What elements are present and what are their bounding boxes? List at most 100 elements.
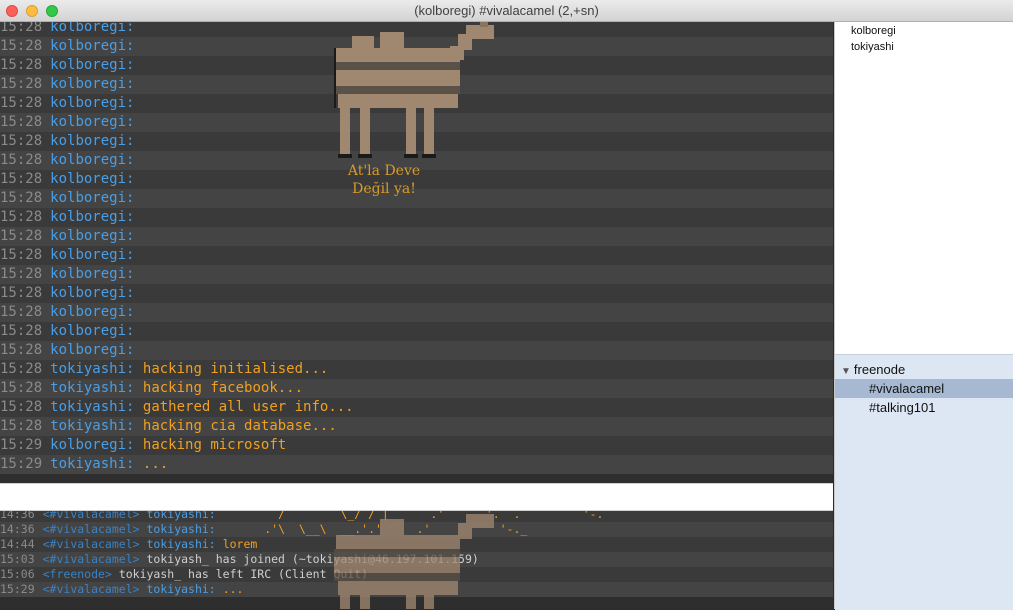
timestamp: 15:28: [0, 342, 43, 358]
channel-tag: <#vivalacamel>: [42, 511, 140, 521]
timestamp: 15:28: [0, 361, 43, 377]
nickname[interactable]: kolboregi:: [50, 190, 134, 206]
nickname[interactable]: kolboregi:: [50, 152, 134, 168]
nickname[interactable]: kolboregi:: [50, 76, 134, 92]
camel-caption: At'la Deve Değil ya!: [346, 162, 422, 198]
timestamp: 15:28: [0, 285, 43, 301]
timestamp: 15:28: [0, 304, 43, 320]
message-text: hacking initialised...: [142, 361, 329, 377]
nickname[interactable]: tokiyashi:: [50, 418, 134, 434]
nickname[interactable]: kolboregi:: [50, 95, 134, 111]
timestamp: 15:28: [0, 323, 43, 339]
user-list-item[interactable]: tokiyashi: [835, 39, 1013, 55]
message-text: lorem: [222, 537, 258, 551]
nickname[interactable]: kolboregi:: [50, 323, 134, 339]
nickname[interactable]: tokiyashi:: [50, 361, 134, 377]
network-label: freenode: [853, 362, 906, 377]
channel-item[interactable]: #talking101: [835, 398, 1013, 417]
message-input-bar: [0, 483, 833, 511]
chat-line: 15:29 tokiyashi: ...: [0, 455, 833, 474]
timestamp: 15:28: [0, 209, 43, 225]
nickname[interactable]: kolboregi:: [50, 171, 134, 187]
camel-caption-line-2: Değil ya!: [352, 181, 416, 197]
camel-caption-line-1: At'la Deve: [347, 163, 421, 179]
nickname[interactable]: tokiyashi:: [147, 537, 216, 551]
nickname[interactable]: kolboregi:: [50, 22, 134, 35]
timestamp: 15:06: [0, 567, 35, 581]
channel-tag: <#vivalacamel>: [42, 582, 140, 596]
channel-tag: <#vivalacamel>: [42, 552, 140, 566]
nickname[interactable]: kolboregi:: [50, 304, 134, 320]
user-list-item[interactable]: kolboregi: [835, 23, 1013, 39]
timestamp: 15:28: [0, 95, 43, 111]
timestamp: 15:28: [0, 152, 43, 168]
user-list: kolboregi tokiyashi: [835, 22, 1013, 354]
timestamp: 15:28: [0, 247, 43, 263]
nickname[interactable]: kolboregi:: [50, 57, 134, 73]
timestamp: 15:28: [0, 266, 43, 282]
timestamp: 15:28: [0, 76, 43, 92]
nickname[interactable]: kolboregi:: [50, 228, 134, 244]
chat-line: 15:28 tokiyashi: hacking facebook...: [0, 379, 833, 398]
timestamp: 15:29: [0, 456, 43, 472]
timestamp: 15:28: [0, 114, 43, 130]
nickname[interactable]: kolboregi:: [50, 266, 134, 282]
message-text: gathered all user info...: [142, 399, 354, 415]
nickname[interactable]: tokiyashi:: [50, 380, 134, 396]
timestamp: 15:28: [0, 228, 43, 244]
timestamp: 14:36: [0, 522, 35, 536]
timestamp: 15:28: [0, 57, 43, 73]
timestamp: 15:28: [0, 380, 43, 396]
message-text: ...: [142, 456, 169, 472]
timestamp: 15:29: [0, 582, 35, 596]
message-text: ...: [222, 582, 244, 596]
timestamp: 15:28: [0, 22, 43, 35]
server-log-view[interactable]: 14:36 <#vivalacamel> tokiyashi: / \_/ / |…: [0, 511, 833, 609]
nickname[interactable]: tokiyashi:: [147, 522, 216, 536]
chat-line: 15:28 kolboregi:: [0, 208, 833, 227]
chat-line: 15:28 kolboregi:: [0, 341, 833, 360]
nickname[interactable]: kolboregi:: [50, 114, 134, 130]
title-bar: (kolboregi) #vivalacamel (2,+sn): [0, 0, 1013, 22]
window-title: (kolboregi) #vivalacamel (2,+sn): [414, 3, 599, 18]
timestamp: 15:03: [0, 552, 35, 566]
chat-line: 15:28 tokiyashi: hacking cia database...: [0, 417, 833, 436]
chat-line: 15:28 kolboregi:: [0, 265, 833, 284]
nickname[interactable]: tokiyashi:: [147, 582, 216, 596]
sidebar: kolboregi tokiyashi ▼ freenode #vivalacame…: [834, 22, 1013, 610]
server-list: ▼ freenode #vivalacamel #talking101: [835, 354, 1013, 610]
disclosure-triangle-icon[interactable]: ▼: [841, 366, 851, 377]
timestamp: 15:28: [0, 399, 43, 415]
nickname[interactable]: kolboregi:: [50, 38, 134, 54]
timestamp: 15:28: [0, 190, 43, 206]
message-input[interactable]: [2, 484, 826, 510]
timestamp: 15:29: [0, 437, 43, 453]
nickname[interactable]: tokiyashi:: [147, 511, 216, 521]
chat-line: 15:28 kolboregi:: [0, 246, 833, 265]
chat-line: 15:28 kolboregi:: [0, 322, 833, 341]
nickname[interactable]: kolboregi:: [50, 437, 134, 453]
camel-art-icon: [334, 22, 494, 158]
nickname[interactable]: tokiyashi:: [50, 399, 134, 415]
nickname[interactable]: kolboregi:: [50, 247, 134, 263]
timestamp: 15:28: [0, 133, 43, 149]
chat-line: 15:28 tokiyashi: gathered all user info..…: [0, 398, 833, 417]
chat-line: 15:28 kolboregi:: [0, 227, 833, 246]
chat-line: 15:28 kolboregi:: [0, 284, 833, 303]
message-text: hacking cia database...: [142, 418, 337, 434]
nickname[interactable]: tokiyashi:: [50, 456, 134, 472]
nickname[interactable]: kolboregi:: [50, 209, 134, 225]
chat-view[interactable]: 15:28 kolboregi: 15:28 kolboregi: 15:28 kol…: [0, 22, 833, 483]
chat-line: 15:28 kolboregi:: [0, 303, 833, 322]
timestamp: 15:28: [0, 418, 43, 434]
channel-tag: <#vivalacamel>: [42, 537, 140, 551]
chat-line: 15:28 tokiyashi: hacking initialised...: [0, 360, 833, 379]
camel-art-icon: [334, 514, 494, 609]
network-item-freenode[interactable]: ▼ freenode: [835, 360, 1013, 379]
nickname[interactable]: kolboregi:: [50, 342, 134, 358]
nickname[interactable]: kolboregi:: [50, 133, 134, 149]
nickname[interactable]: kolboregi:: [50, 285, 134, 301]
channel-item[interactable]: #vivalacamel: [835, 379, 1013, 398]
timestamp: 15:28: [0, 38, 43, 54]
timestamp: 15:28: [0, 171, 43, 187]
